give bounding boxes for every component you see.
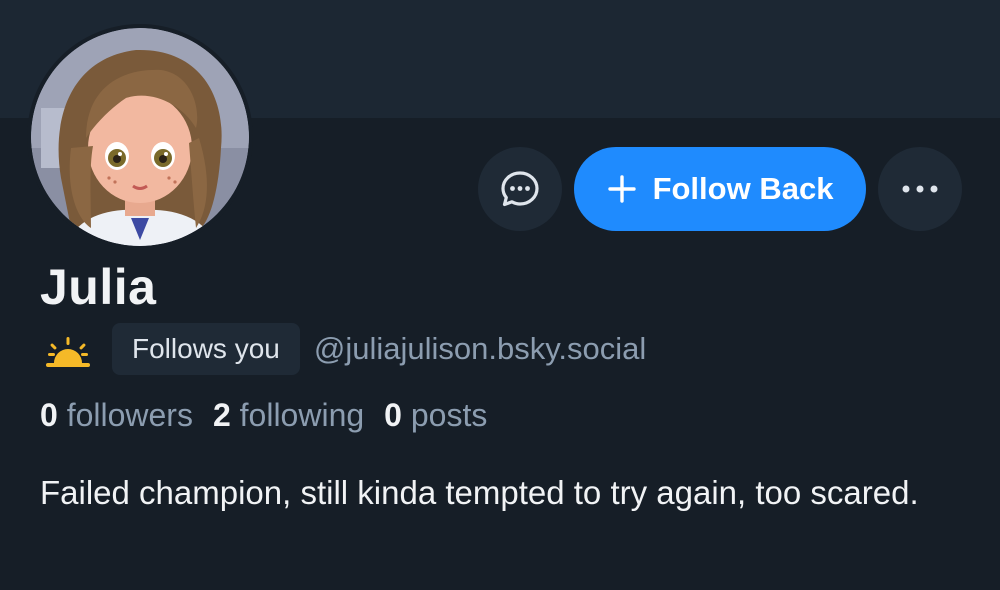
posts-label: posts	[410, 397, 488, 433]
sunrise-icon	[46, 337, 90, 367]
avatar[interactable]	[27, 24, 253, 250]
follows-you-label: Follows you	[132, 333, 280, 364]
more-options-button[interactable]	[878, 147, 962, 231]
follows-you-badge: Follows you	[112, 323, 300, 375]
profile-stats: 0 followers 2 following 0 posts	[40, 397, 487, 434]
following-label: following	[239, 397, 365, 433]
chat-bubble-icon	[501, 171, 539, 207]
following-count: 2	[212, 397, 231, 433]
profile-page: Follow Back Julia Follows you @juliajuli…	[0, 0, 1000, 590]
profile-handle[interactable]: @juliajulison.bsky.social	[314, 331, 646, 367]
avatar-image	[31, 28, 249, 246]
ellipsis-icon	[902, 185, 938, 193]
followers-stat[interactable]: 0 followers	[40, 397, 193, 434]
display-name: Julia	[40, 259, 157, 315]
posts-stat: 0 posts	[384, 397, 487, 434]
follow-back-label: Follow Back	[652, 171, 834, 206]
profile-bio: Failed champion, still kinda tempted to …	[40, 474, 919, 511]
plus-icon	[607, 175, 636, 203]
profile-actions: Follow Back	[478, 147, 962, 231]
posts-count: 0	[384, 397, 402, 433]
follow-back-button[interactable]: Follow Back	[574, 147, 866, 231]
message-button[interactable]	[478, 147, 562, 231]
profile-meta-row: Follows you @juliajulison.bsky.social	[40, 323, 646, 375]
following-stat[interactable]: 2 following	[213, 397, 364, 434]
followers-label: followers	[66, 397, 193, 433]
followers-count: 0	[40, 397, 58, 433]
